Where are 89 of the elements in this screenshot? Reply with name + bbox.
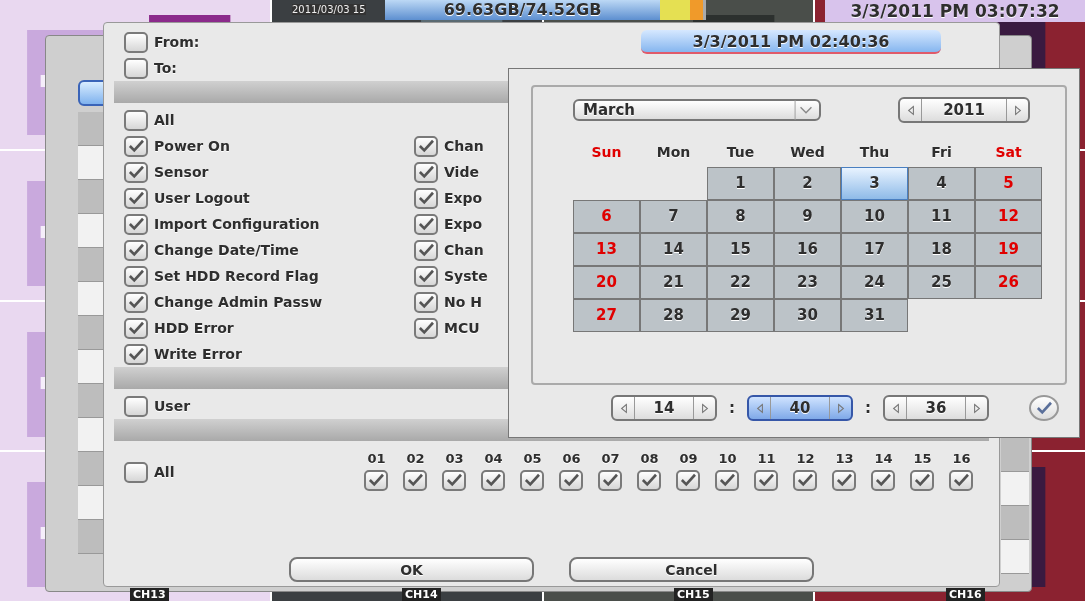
time-separator: : bbox=[729, 399, 735, 417]
option-label: Sensor bbox=[154, 164, 209, 180]
month-dropdown[interactable]: March bbox=[573, 99, 821, 121]
channel-number: 12 bbox=[796, 451, 815, 466]
cancel-button[interactable]: Cancel bbox=[569, 557, 814, 582]
option-label: Power On bbox=[154, 138, 230, 154]
calendar-day[interactable]: 17 bbox=[841, 233, 908, 266]
option-label: MCU bbox=[444, 320, 480, 336]
calendar-day[interactable]: 22 bbox=[707, 266, 774, 299]
option-label: Syste bbox=[444, 268, 488, 284]
calendar-day[interactable]: 11 bbox=[908, 200, 975, 233]
calendar-day[interactable]: 28 bbox=[640, 299, 707, 332]
channel-number: 10 bbox=[718, 451, 737, 466]
channel-number: 01 bbox=[367, 451, 386, 466]
calendar-day[interactable]: 8 bbox=[707, 200, 774, 233]
option-label: No H bbox=[444, 294, 482, 310]
date-time-button[interactable]: 3/3/2011 PM 02:40:36 bbox=[641, 30, 941, 54]
calendar-day[interactable]: 3 bbox=[841, 167, 908, 200]
option-label: All bbox=[154, 464, 175, 480]
spinner-field[interactable]: 36 bbox=[883, 395, 989, 421]
calendar-day[interactable]: 15 bbox=[707, 233, 774, 266]
channel-number: 15 bbox=[913, 451, 932, 466]
option-label: To: bbox=[154, 60, 177, 76]
channel-number: 09 bbox=[679, 451, 698, 466]
channel-number: 16 bbox=[952, 451, 971, 466]
calendar-day[interactable]: 10 bbox=[841, 200, 908, 233]
ok-button[interactable]: OK bbox=[289, 557, 534, 582]
option-label: Change Date/Time bbox=[154, 242, 299, 258]
channel-label: CH15 bbox=[674, 588, 713, 601]
channel-number: 08 bbox=[640, 451, 659, 466]
option-label: Vide bbox=[444, 164, 479, 180]
option-label: User Logout bbox=[154, 190, 250, 206]
weekday-label: Thu bbox=[858, 143, 891, 162]
option-label: Write Error bbox=[154, 346, 242, 362]
channel-number: 02 bbox=[406, 451, 425, 466]
calendar-day[interactable]: 18 bbox=[908, 233, 975, 266]
channel-label: CH16 bbox=[946, 588, 985, 601]
option-label: All bbox=[154, 112, 175, 128]
channel-number: 14 bbox=[874, 451, 893, 466]
spinner-value: 14 bbox=[652, 398, 676, 419]
channel-number: 03 bbox=[445, 451, 464, 466]
calendar-day[interactable]: 30 bbox=[774, 299, 841, 332]
weekday-label: Tue bbox=[725, 143, 756, 162]
weekday-label: Sun bbox=[590, 143, 623, 162]
calendar-day[interactable]: 2 bbox=[774, 167, 841, 200]
storage-usage: 69.63GB/74.52GB bbox=[385, 0, 660, 20]
option-label: Expo bbox=[444, 216, 483, 232]
option-label: Expo bbox=[444, 190, 483, 206]
channel-number: 07 bbox=[601, 451, 620, 466]
calendar-day[interactable]: 4 bbox=[908, 167, 975, 200]
weekday-label: Sat bbox=[994, 143, 1023, 162]
channel-number: 13 bbox=[835, 451, 854, 466]
option-label: Set HDD Record Flag bbox=[154, 268, 319, 284]
system-clock: 3/3/2011 PM 03:07:32 bbox=[825, 0, 1085, 22]
weekday-label: Fri bbox=[930, 143, 953, 162]
calendar-day[interactable]: 23 bbox=[774, 266, 841, 299]
spinner-value: 40 bbox=[788, 398, 812, 419]
channel-number: 06 bbox=[562, 451, 581, 466]
time-separator: : bbox=[865, 399, 871, 417]
camera-timestamp: 2011/03/03 15 bbox=[292, 4, 366, 15]
calendar-day[interactable]: 25 bbox=[908, 266, 975, 299]
option-label: Chan bbox=[444, 242, 484, 258]
channel-number: 05 bbox=[523, 451, 542, 466]
calendar-day[interactable]: 7 bbox=[640, 200, 707, 233]
channel-number: 11 bbox=[757, 451, 776, 466]
option-label: From: bbox=[154, 34, 200, 50]
spinner-field[interactable]: 14 bbox=[611, 395, 717, 421]
spinner-field[interactable]: 40 bbox=[747, 395, 853, 421]
calendar-day[interactable]: 14 bbox=[640, 233, 707, 266]
channel-label: CH14 bbox=[402, 588, 441, 601]
option-label: Import Configuration bbox=[154, 216, 320, 232]
channel-label: CH13 bbox=[130, 588, 169, 601]
weekday-label: Wed bbox=[789, 143, 826, 162]
calendar-day[interactable]: 21 bbox=[640, 266, 707, 299]
option-label: Change Admin Passw bbox=[154, 294, 323, 310]
option-label: Chan bbox=[444, 138, 484, 154]
option-label: User bbox=[154, 398, 191, 414]
spinner-field[interactable]: 2011 bbox=[898, 97, 1030, 123]
calendar-day[interactable]: 1 bbox=[707, 167, 774, 200]
spinner-value: 2011 bbox=[942, 100, 986, 121]
spinner-value: 36 bbox=[924, 398, 948, 419]
calendar-day[interactable]: 29 bbox=[707, 299, 774, 332]
calendar-day[interactable]: 9 bbox=[774, 200, 841, 233]
weekday-label: Mon bbox=[655, 143, 692, 162]
calendar-day[interactable]: 24 bbox=[841, 266, 908, 299]
channel-number: 04 bbox=[484, 451, 503, 466]
option-label: HDD Error bbox=[154, 320, 234, 336]
calendar-day[interactable]: 16 bbox=[774, 233, 841, 266]
calendar-day[interactable]: 31 bbox=[841, 299, 908, 332]
